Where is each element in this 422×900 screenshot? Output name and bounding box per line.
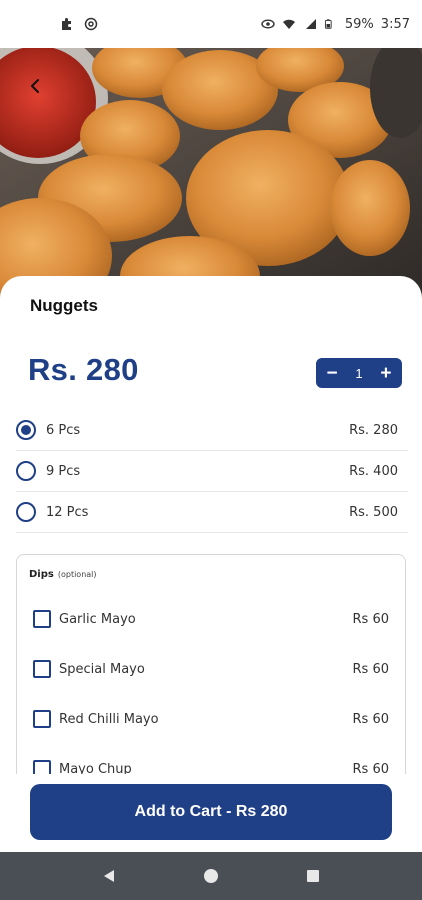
radio-unselected[interactable]: [16, 502, 36, 522]
product-image: [0, 48, 422, 298]
radio-unselected[interactable]: [16, 461, 36, 481]
system-nav-bar: [0, 852, 422, 900]
dips-optional-note: (optional): [57, 570, 97, 579]
triangle-back-icon: [104, 870, 114, 882]
battery-icon: [324, 17, 338, 31]
dip-label: Special Mayo: [59, 661, 145, 677]
cart-footer: Add to Cart - Rs 280: [0, 774, 422, 852]
option-6-pcs[interactable]: 6 Pcs Rs. 280: [16, 410, 408, 451]
option-12-pcs[interactable]: 12 Pcs Rs. 500: [16, 492, 408, 533]
wifi-icon: [282, 17, 296, 31]
dip-price: Rs 60: [352, 711, 389, 727]
battery-percent: 59%: [344, 16, 374, 32]
dip-item-red-chilli-mayo[interactable]: Red Chilli Mayo Rs 60: [33, 709, 393, 729]
dip-checkbox[interactable]: [33, 710, 51, 728]
back-button[interactable]: [22, 72, 50, 100]
product-price: Rs. 280: [28, 352, 139, 387]
nav-home-button[interactable]: [199, 864, 223, 888]
eye-icon: [261, 17, 275, 31]
dip-item-garlic-mayo[interactable]: Garlic Mayo Rs 60: [33, 609, 393, 629]
puzzle-icon: [60, 17, 74, 31]
nuggets-photo: [0, 48, 422, 298]
square-recents-icon: [307, 870, 319, 882]
dip-price: Rs 60: [352, 661, 389, 677]
option-price: Rs. 400: [349, 463, 398, 479]
dips-header: Dips (optional): [29, 569, 97, 580]
back-arrow-icon: [31, 79, 39, 93]
signal-icon: [303, 17, 317, 31]
quantity-stepper: − 1 +: [316, 358, 402, 388]
nav-recents-button[interactable]: [301, 864, 325, 888]
increment-button[interactable]: +: [378, 364, 394, 383]
add-to-cart-button[interactable]: Add to Cart - Rs 280: [30, 784, 392, 840]
at-sign-icon: [84, 17, 98, 31]
option-price: Rs. 280: [349, 422, 398, 438]
clock-time: 3:57: [380, 16, 410, 32]
radio-selected[interactable]: [16, 420, 36, 440]
option-9-pcs[interactable]: 9 Pcs Rs. 400: [16, 451, 408, 492]
dip-label: Red Chilli Mayo: [59, 711, 159, 727]
quantity-value: 1: [355, 365, 363, 381]
dip-item-special-mayo[interactable]: Special Mayo Rs 60: [33, 659, 393, 679]
option-label: 12 Pcs: [46, 504, 89, 520]
dips-title: Dips: [29, 569, 54, 580]
nav-back-button[interactable]: [97, 864, 121, 888]
size-options: 6 Pcs Rs. 280 9 Pcs Rs. 400 12 Pcs Rs. 5…: [16, 410, 408, 533]
option-price: Rs. 500: [349, 504, 398, 520]
option-label: 9 Pcs: [46, 463, 81, 479]
dips-section: Dips (optional) Garlic Mayo Rs 60 Special…: [16, 554, 406, 794]
dip-price: Rs 60: [352, 611, 389, 627]
dip-checkbox[interactable]: [33, 610, 51, 628]
circle-home-icon: [204, 869, 218, 883]
status-bar: 59% 3:57: [0, 0, 422, 48]
dip-checkbox[interactable]: [33, 660, 51, 678]
product-title: Nuggets: [30, 296, 98, 315]
dip-label: Garlic Mayo: [59, 611, 136, 627]
option-label: 6 Pcs: [46, 422, 81, 438]
decrement-button[interactable]: −: [324, 364, 340, 383]
